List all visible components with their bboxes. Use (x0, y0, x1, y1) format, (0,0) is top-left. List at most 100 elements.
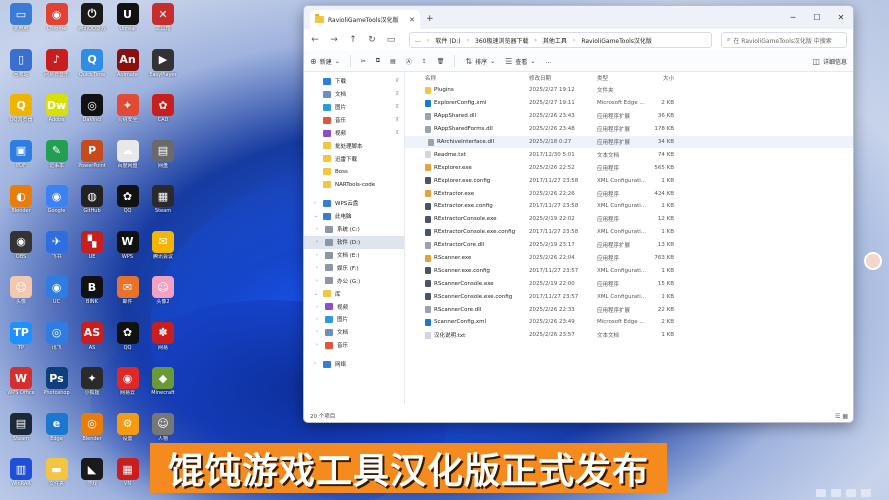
chevron-icon[interactable]: › (314, 200, 319, 206)
sidebar-item[interactable]: 迅雷下载 (304, 152, 404, 165)
paste-icon[interactable]: ▤ (390, 58, 396, 65)
file-row[interactable]: RExtractorCore.dll 2025/2/19 23:17 应用程序扩展 1… (405, 239, 853, 252)
cut-icon[interactable]: ✂ (361, 58, 366, 65)
tray-icon[interactable] (846, 489, 856, 497)
file-row[interactable]: RArchiveInterface.dll 2025/2/18 0:27 应用程序扩… (405, 135, 853, 149)
file-row[interactable]: RScanner.exe 2025/2/26 22:04 应用程序 763 KB (405, 252, 853, 265)
address-bar[interactable]: … › 软件 (D:) › 360极速浏览器下载 › 其他工具 › Raviol… (409, 32, 712, 48)
desktop-icon[interactable]: ⚙ 设置 (109, 412, 147, 442)
file-row[interactable]: RExplorer.exe 2025/2/26 22:52 应用程序 565 KB (405, 161, 853, 174)
file-row[interactable]: 汉化说明.txt 2025/2/26 23:57 文本文档 1 KB (405, 329, 853, 342)
sidebar-item[interactable]: › 图片 (304, 313, 404, 326)
pin-icon[interactable]: ⊼ (395, 91, 399, 97)
desktop-icon[interactable]: ✿ CAD (144, 94, 182, 123)
pin-icon[interactable]: ⊼ (395, 130, 399, 136)
delete-icon[interactable]: 🗑 (437, 58, 445, 65)
breadcrumb-drive[interactable]: 软件 (D:) (435, 36, 460, 45)
sidebar-item[interactable]: › 音乐 (304, 339, 404, 352)
sidebar-item[interactable]: › 文档 (304, 326, 404, 339)
desktop-icon[interactable]: ✽ 网易 (144, 321, 182, 351)
desktop-icon[interactable]: P PowerPoint (73, 139, 111, 169)
breadcrumb-tools[interactable]: 其他工具 (543, 36, 567, 45)
close-button[interactable]: ✕ (829, 6, 853, 29)
sidebar-item[interactable]: NARTools-code (304, 178, 404, 191)
more-options-button[interactable]: … (545, 58, 551, 65)
refresh-button[interactable]: ↻ (367, 35, 377, 45)
address-more-icon[interactable]: … (415, 37, 421, 44)
desktop-icon[interactable]: TP TP (2, 321, 40, 351)
pin-icon[interactable]: ⊼ (395, 117, 399, 123)
file-row[interactable]: RExtractorConsole.exe 2025/2/19 22:02 应用程序… (405, 213, 853, 226)
sidebar-item[interactable]: 批处理脚本 (304, 139, 404, 152)
chevron-icon[interactable]: › (316, 316, 321, 322)
desktop-icon[interactable]: ◉ OBS (2, 230, 40, 260)
copy-icon[interactable]: ⧉ (376, 57, 380, 65)
tray-icon[interactable] (816, 489, 826, 497)
desktop-icon[interactable]: ▚ UE (73, 230, 111, 260)
chevron-icon[interactable]: ⌄ (314, 213, 319, 219)
share-icon[interactable]: ⇪ (422, 58, 427, 65)
desktop-icon[interactable]: ✿ QQ (109, 321, 147, 351)
up-button[interactable]: ↑ (348, 35, 358, 45)
desktop-icon[interactable]: ▬ 文件夹 (38, 458, 76, 487)
details-pane-button[interactable]: ◫ 详细信息 (812, 57, 847, 66)
column-type[interactable]: 类型 (597, 74, 652, 82)
desktop-icon[interactable]: ◆ Minecraft (144, 367, 182, 396)
desktop-icon[interactable]: ✦ 火绒安全 (109, 94, 147, 123)
desktop-icon[interactable]: ◉ Chrome (38, 3, 76, 32)
sidebar-item[interactable]: 下载 ⊼ (304, 75, 404, 88)
back-button[interactable]: ← (310, 35, 320, 45)
chevron-icon[interactable]: › (316, 239, 321, 245)
sidebar-item[interactable]: › WPS云盘 (304, 197, 404, 210)
desktop-icon[interactable]: Ps Photoshop (38, 367, 76, 396)
sidebar-item[interactable]: ⌄ 库 (304, 287, 404, 300)
sidebar-item[interactable]: › 系统 (C:) (304, 223, 404, 236)
chevron-icon[interactable]: › (316, 342, 321, 348)
desktop-icon[interactable]: ☺ 头像2 (144, 276, 182, 305)
sidebar-item[interactable]: 图片 ⊼ (304, 101, 404, 114)
chevron-icon[interactable]: › (316, 329, 321, 335)
sidebar-item[interactable]: › 办公 (G:) (304, 274, 404, 287)
view-toggle-icon[interactable]: ☰ ▦ (835, 413, 848, 420)
desktop-icon[interactable]: W WPS (109, 230, 147, 260)
file-row[interactable]: RScannerCore.dll 2025/2/26 22:33 应用程序扩展 22 … (405, 303, 853, 316)
file-row[interactable]: RAppSharedForms.dll 2025/2/26 23:48 应用程序扩展… (405, 123, 853, 136)
file-row[interactable]: ScannerConfig.xml 2025/2/26 23:49 Microsof… (405, 316, 853, 329)
breadcrumb-downloads[interactable]: 360极速浏览器下载 (475, 36, 528, 45)
sidebar-item[interactable]: Boss (304, 165, 404, 178)
file-row[interactable]: RScannerConsole.exe 2025/2/19 22:00 应用程序 15… (405, 277, 853, 290)
desktop-icon[interactable]: ✦ 小狐狸 (73, 367, 111, 396)
desktop-icon[interactable]: Q QQ浏览器 (2, 94, 40, 123)
chevron-icon[interactable]: › (316, 304, 321, 310)
pin-icon[interactable]: ⊼ (395, 78, 399, 84)
desktop-icon[interactable]: ◉ UC (38, 276, 76, 305)
view-icon[interactable]: ▭ (386, 35, 396, 45)
desktop-icon[interactable]: U Unreal (109, 3, 147, 32)
file-row[interactable]: Readme.txt 2017/12/30 5:01 文本文档 74 KB (405, 148, 853, 161)
sort-button[interactable]: ⇅ 排序 ⌄ (465, 57, 495, 66)
chevron-icon[interactable]: ⌄ (314, 291, 319, 297)
sidebar-item[interactable]: 视频 ⊼ (304, 127, 404, 140)
desktop-icon[interactable]: ◉ Google (38, 185, 76, 214)
desktop-icon[interactable]: ▤ Steam (2, 412, 40, 442)
desktop-icon[interactable]: Q QuickTime (73, 48, 111, 78)
maximize-button[interactable]: ☐ (805, 6, 829, 29)
pin-icon[interactable]: ⊼ (395, 104, 399, 110)
explorer-tab[interactable]: RavioliGameTools汉化版 ✕ (310, 10, 420, 29)
desktop-icon[interactable]: ◉ 网易云 (109, 367, 147, 396)
desktop-icon[interactable]: An Animate (109, 48, 147, 78)
sidebar-item[interactable]: 文档 ⊼ (304, 88, 404, 101)
sidebar-item[interactable]: › 娱乐 (F:) (304, 261, 404, 274)
file-row[interactable]: Plugins 2025/2/27 19:12 文件夹 (405, 84, 853, 97)
column-date[interactable]: 修改日期 (529, 74, 597, 82)
file-row[interactable]: RExtractor.exe 2025/2/26 22:26 应用程序 424 KB (405, 187, 853, 200)
desktop-icon[interactable]: ▯ 回收站 (2, 48, 40, 78)
desktop-icon[interactable]: ▶ EasyPlayer (144, 48, 182, 78)
file-row[interactable]: RExplorer.exe.config 2017/11/27 23:58 XML … (405, 174, 853, 187)
file-row[interactable]: RAppShared.dll 2025/2/26 23:43 应用程序扩展 36 KB (405, 110, 853, 123)
desktop-icon[interactable]: ✉ 邮件 (109, 276, 147, 305)
desktop-icon[interactable]: ◎ DaVinci (73, 94, 111, 123)
desktop-icon[interactable]: ◎ 讯飞 (38, 321, 76, 351)
sidebar-item[interactable]: › 视频 (304, 300, 404, 313)
file-row[interactable]: ExplorerConfig.xml 2025/2/27 19:11 Microso… (405, 97, 853, 110)
